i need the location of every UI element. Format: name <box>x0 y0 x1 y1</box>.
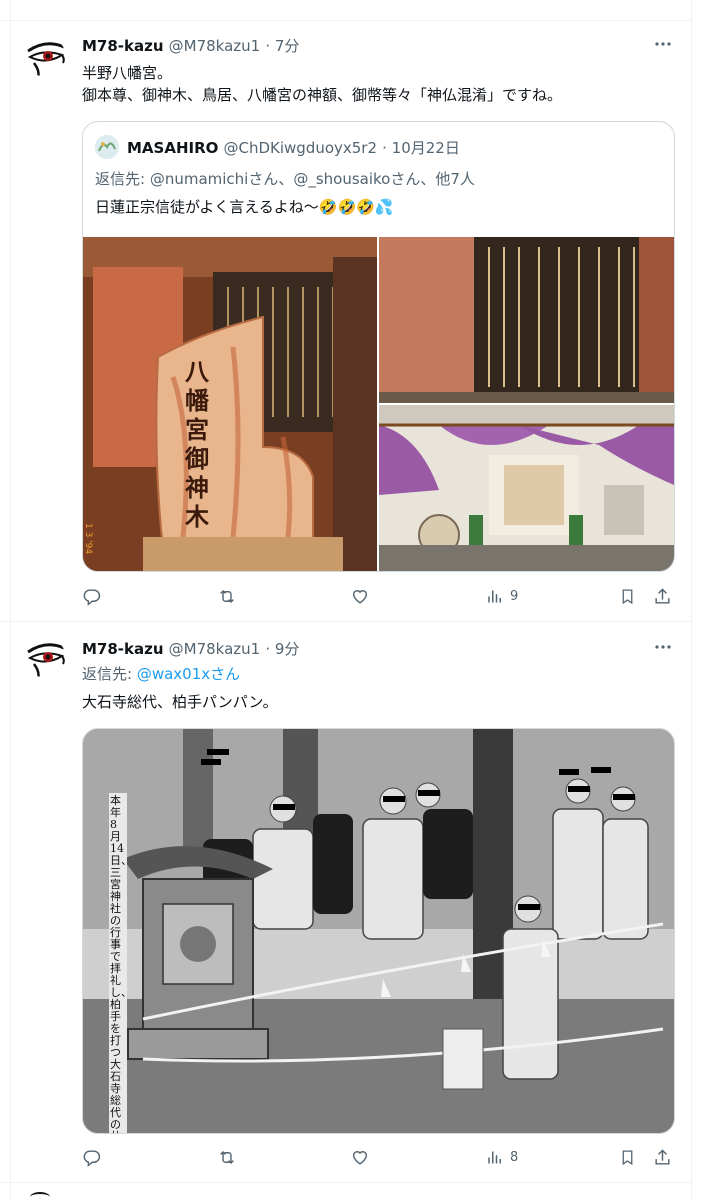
share-button[interactable] <box>653 1148 672 1167</box>
tweet-text-line: 御本尊、御神木、鳥居、八幡宮の神額、御幣等々「神仏混淆」ですね。 <box>82 86 563 104</box>
avatar[interactable] <box>26 638 66 678</box>
tweet-header: M78-kazu @M78kazu1 · 9分 <box>82 638 299 659</box>
quoted-avatar[interactable] <box>95 135 119 159</box>
reply-target-link[interactable]: @wax01xさん <box>137 665 240 683</box>
quoted-date: · 10月22日 <box>382 139 460 157</box>
tweet[interactable]: M78-kazu @M78kazu1 · 9分 返信先: @wax01xさん 大… <box>0 622 692 1182</box>
heart-icon <box>352 590 368 604</box>
more-icon[interactable] <box>654 35 672 53</box>
tweet-header: M78-kazu @M78kazu1 · 7分 <box>82 35 299 56</box>
reply-icon[interactable] <box>82 0 100 6</box>
quoted-photo-plaque[interactable]: 八幡宮御神木 1 3 '94 <box>83 237 377 571</box>
quoted-tweet[interactable]: MASAHIRO @ChDKiwgduoyx5r2 · 10月22日 返信先: … <box>82 121 675 572</box>
quoted-reply-line: 返信先: @numamichiさん、@_shousaikoさん、他7人 <box>95 168 475 190</box>
quoted-author-handle: @ChDKiwgduoyx5r2 <box>223 139 378 157</box>
retweet-button[interactable] <box>217 1148 237 1167</box>
timestamp[interactable]: · 7分 <box>265 37 299 55</box>
more-icon[interactable] <box>654 638 672 656</box>
tweet-photo-newspaper[interactable]: 本年8月14日、三宮神社の行事で拝礼し、柏手を打つ大石寺総代の井出氏 <box>82 728 675 1134</box>
divider <box>0 1182 692 1183</box>
like-button[interactable] <box>350 587 370 606</box>
reply-icon <box>83 589 101 606</box>
views-icon[interactable] <box>487 0 527 6</box>
share-button[interactable] <box>653 587 672 606</box>
reply-icon <box>83 1150 101 1167</box>
views-icon <box>486 1148 504 1167</box>
photo-caption: 本年8月14日、三宮神社の行事で拝礼し、柏手を打つ大石寺総代の井出氏 <box>109 793 132 1133</box>
reply-prefix: 返信先: <box>82 665 137 683</box>
plaque-inscription: 八幡宮御神木 <box>185 357 209 531</box>
like-button[interactable] <box>350 1148 370 1167</box>
avatar[interactable] <box>26 37 66 77</box>
retweet-button[interactable] <box>217 587 237 606</box>
reply-line: 返信先: @wax01xさん <box>82 663 240 685</box>
bookmark-icon <box>622 1150 633 1166</box>
quoted-header: MASAHIRO @ChDKiwgduoyx5r2 · 10月22日 <box>127 137 460 158</box>
views-icon <box>486 587 504 606</box>
quoted-author-name: MASAHIRO <box>127 139 219 157</box>
tweet-text-line: 半野八幡宮。 <box>82 64 173 82</box>
views-button[interactable]: 8 <box>486 1148 518 1167</box>
timestamp[interactable]: · 9分 <box>265 640 299 658</box>
reply-prefix: 返信先: <box>95 170 150 188</box>
tweet-text: 大石寺総代、柏手パンパン。 <box>82 693 278 711</box>
reply-button[interactable] <box>82 1148 101 1167</box>
bookmark-icon <box>622 589 633 605</box>
next-tweet-avatar-top <box>30 1192 50 1202</box>
views-count: 8 <box>510 1150 519 1165</box>
views-button[interactable]: 9 <box>486 587 518 606</box>
reply-targets: @numamichiさん、@_shousaikoさん、他7人 <box>149 170 475 188</box>
retweet-icon[interactable] <box>218 0 240 6</box>
author-name[interactable]: M78-kazu <box>82 37 164 55</box>
bookmark-icon[interactable] <box>620 0 636 6</box>
quoted-photo-shrine[interactable] <box>379 405 674 571</box>
retweet-icon <box>220 1150 234 1165</box>
bookmark-button[interactable] <box>619 1148 636 1167</box>
views-count: 9 <box>510 589 519 604</box>
tweet-text: 半野八幡宮。 御本尊、御神木、鳥居、八幡宮の神額、御幣等々「神仏混淆」ですね。 <box>82 62 682 106</box>
quoted-photo-inscription[interactable] <box>379 237 674 403</box>
share-icon <box>655 1149 670 1165</box>
share-icon <box>655 588 670 604</box>
author-handle[interactable]: @M78kazu1 <box>169 37 261 55</box>
author-name[interactable]: M78-kazu <box>82 640 164 658</box>
quoted-text: 日蓮正宗信徒がよく言えるよね〜🤣🤣🤣💦 <box>95 198 394 216</box>
heart-icon <box>352 1151 368 1165</box>
share-icon[interactable] <box>652 0 668 6</box>
heart-icon[interactable] <box>352 0 372 6</box>
reply-button[interactable] <box>82 587 101 606</box>
author-handle[interactable]: @M78kazu1 <box>169 640 261 658</box>
bookmark-button[interactable] <box>619 587 636 606</box>
photo-date-stamp: 1 3 '94 <box>83 523 93 555</box>
tweet[interactable]: M78-kazu @M78kazu1 · 7分 半野八幡宮。 御本尊、御神木、鳥… <box>0 21 692 621</box>
previous-tweet-actions <box>82 0 672 6</box>
retweet-icon <box>220 589 234 604</box>
